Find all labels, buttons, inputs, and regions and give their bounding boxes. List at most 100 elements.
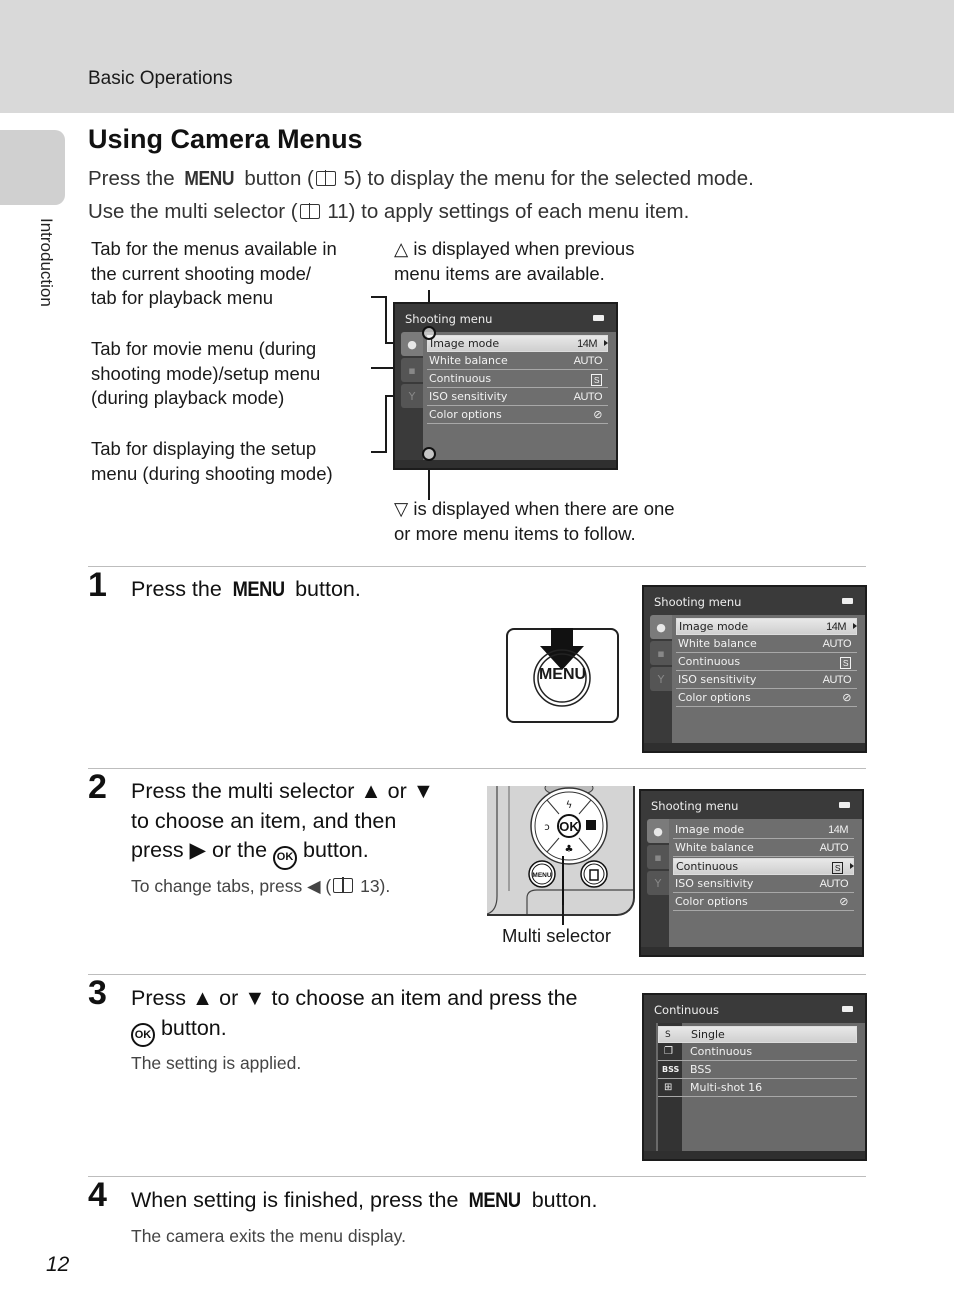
step-text: press ▶ or the bbox=[131, 838, 274, 862]
menu-item-label: White balance bbox=[675, 841, 754, 854]
intro-line-1: Press the MENU button ( 5) to display th… bbox=[88, 167, 754, 191]
menu-item[interactable]: White balance AUTO bbox=[673, 840, 854, 857]
callout-scroll-up: △ is displayed when previous menu items … bbox=[394, 237, 634, 286]
menu-item[interactable]: ISO sensitivity AUTO bbox=[676, 672, 857, 689]
step-subtext: 13). bbox=[355, 876, 391, 896]
step-number: 3 bbox=[88, 974, 107, 1012]
intro-text: button ( bbox=[238, 167, 314, 190]
battery-icon bbox=[842, 598, 853, 604]
menu-item-label: Image mode bbox=[679, 620, 749, 633]
multi-selector-illustration: OK ϟ ↄ ♣ MENU bbox=[487, 786, 635, 916]
menu-item[interactable]: Continuous S bbox=[427, 371, 608, 388]
submenu-item-label: BSS bbox=[690, 1063, 712, 1076]
step-subtext: To change tabs, press ◀ ( bbox=[131, 876, 332, 896]
menu-item[interactable]: Image mode 14M bbox=[673, 822, 854, 839]
menu-item-value: AUTO bbox=[819, 842, 849, 854]
step-text: When setting is finished, press the bbox=[131, 1188, 465, 1212]
menu-item-value: S bbox=[839, 657, 851, 669]
menu-item-label: Continuous bbox=[678, 655, 741, 668]
submenu-item[interactable]: BSS BSS bbox=[658, 1062, 857, 1079]
step-text: Press ▲ or ▼ to choose an item and press… bbox=[131, 986, 578, 1010]
camera-icon[interactable]: ● bbox=[647, 819, 669, 843]
lcd-title: Shooting menu bbox=[654, 595, 742, 609]
menu-item[interactable]: White balance AUTO bbox=[427, 353, 608, 370]
callout-shooting-tab: Tab for the menus available in the curre… bbox=[91, 238, 337, 308]
menu-item-value: 14M bbox=[577, 338, 597, 350]
lcd-title: Shooting menu bbox=[405, 312, 493, 326]
menu-button-glyph: MENU bbox=[232, 577, 285, 601]
submenu-item[interactable]: ⊞ Multi-shot 16 bbox=[658, 1080, 857, 1097]
divider bbox=[88, 566, 866, 567]
menu-item-value: ⊘ bbox=[842, 692, 851, 704]
menu-button-glyph: MENU bbox=[469, 1188, 522, 1212]
step-number: 2 bbox=[88, 768, 107, 806]
menu-item-value: S bbox=[590, 374, 602, 386]
intro-text: 11) to apply settings of each menu item. bbox=[321, 200, 690, 223]
scroll-up-marker bbox=[422, 326, 436, 340]
lcd-footer bbox=[644, 1151, 865, 1159]
menu-item[interactable]: White balance AUTO bbox=[676, 636, 857, 653]
submenu-panel: S Single ❐ Continuous BSS BSS ⊞ Multi-shot 1… bbox=[656, 1023, 865, 1151]
step-text: button. bbox=[289, 577, 361, 601]
menu-item-label: Color options bbox=[675, 895, 748, 908]
chevron-right-icon bbox=[853, 623, 857, 629]
menu-item-label: ISO sensitivity bbox=[678, 673, 757, 686]
menu-item-label: White balance bbox=[429, 354, 508, 367]
step-1-text: Press the MENU button. bbox=[131, 575, 361, 605]
menu-item-value: S bbox=[831, 862, 843, 874]
menu-item[interactable]: ISO sensitivity AUTO bbox=[427, 389, 608, 406]
menu-item[interactable]: Continuous S bbox=[673, 858, 854, 875]
movie-icon[interactable]: ▪ bbox=[647, 845, 669, 869]
menu-item[interactable]: Color options ⊘ bbox=[676, 690, 857, 707]
menu-item[interactable]: ISO sensitivity AUTO bbox=[673, 876, 854, 893]
scroll-up-icon: △ bbox=[394, 238, 409, 259]
divider bbox=[88, 768, 866, 769]
menu-item-label: Color options bbox=[429, 408, 502, 421]
menu-item[interactable]: Continuous S bbox=[676, 654, 857, 671]
battery-icon bbox=[593, 315, 604, 321]
menu-panel: Image mode 14M White balance AUTO Continuo… bbox=[423, 332, 616, 460]
menu-item[interactable]: Color options ⊘ bbox=[427, 407, 608, 424]
camera-icon[interactable]: ● bbox=[650, 615, 672, 639]
wrench-icon[interactable]: Y bbox=[647, 871, 669, 895]
menu-item[interactable]: Image mode 14M bbox=[676, 618, 857, 635]
step-text: to choose an item, and then bbox=[131, 808, 397, 833]
menu-item-value: ⊘ bbox=[839, 896, 848, 908]
step-4-text: When setting is finished, press the MENU… bbox=[131, 1186, 597, 1216]
submenu-item[interactable]: ❐ Continuous bbox=[658, 1044, 857, 1061]
menu-item-value: AUTO bbox=[573, 391, 603, 403]
chevron-right-icon bbox=[604, 340, 608, 346]
submenu-item[interactable]: S Single bbox=[658, 1026, 857, 1043]
callout-text: is displayed when there are one or more … bbox=[394, 498, 675, 544]
menu-item[interactable]: Color options ⊘ bbox=[673, 894, 854, 911]
movie-icon[interactable]: ▪ bbox=[401, 358, 423, 382]
battery-icon bbox=[842, 1006, 853, 1012]
lcd-footer bbox=[395, 460, 616, 468]
wrench-icon[interactable]: Y bbox=[650, 667, 672, 691]
menu-item-label: Image mode bbox=[430, 337, 500, 350]
chapter-tab bbox=[0, 130, 65, 205]
wrench-icon[interactable]: Y bbox=[401, 384, 423, 408]
book-reference-icon bbox=[333, 877, 354, 893]
step-4-subtext: The camera exits the menu display. bbox=[131, 1226, 406, 1246]
menu-button-glyph: MENU bbox=[184, 167, 235, 190]
menu-panel: Image mode 14M White balance AUTO Continuo… bbox=[672, 615, 865, 743]
multi-selector-label: Multi selector bbox=[502, 925, 611, 946]
lcd-footer bbox=[641, 947, 862, 955]
step-text: Press the bbox=[131, 577, 228, 601]
multi-shot-icon: ⊞ bbox=[664, 1082, 673, 1093]
intro-text: 5) to display the menu for the selected … bbox=[337, 167, 754, 190]
step-text: button. bbox=[525, 1188, 598, 1212]
step-2-subtext: To change tabs, press ◀ ( 13). bbox=[131, 876, 390, 897]
step-3-subtext: The setting is applied. bbox=[131, 1053, 302, 1073]
callout-movie-tab: Tab for movie menu (during shooting mode… bbox=[91, 338, 321, 408]
step-number: 4 bbox=[88, 1176, 107, 1214]
lcd-title: Continuous bbox=[654, 1003, 719, 1017]
movie-icon[interactable]: ▪ bbox=[650, 641, 672, 665]
leader-line bbox=[385, 395, 387, 453]
intro-text: Press the bbox=[88, 167, 181, 190]
leader-line bbox=[371, 451, 387, 453]
menu-item[interactable]: Image mode 14M bbox=[427, 335, 608, 352]
camera-icon[interactable]: ● bbox=[401, 332, 423, 356]
menu-item-label: White balance bbox=[678, 637, 757, 650]
